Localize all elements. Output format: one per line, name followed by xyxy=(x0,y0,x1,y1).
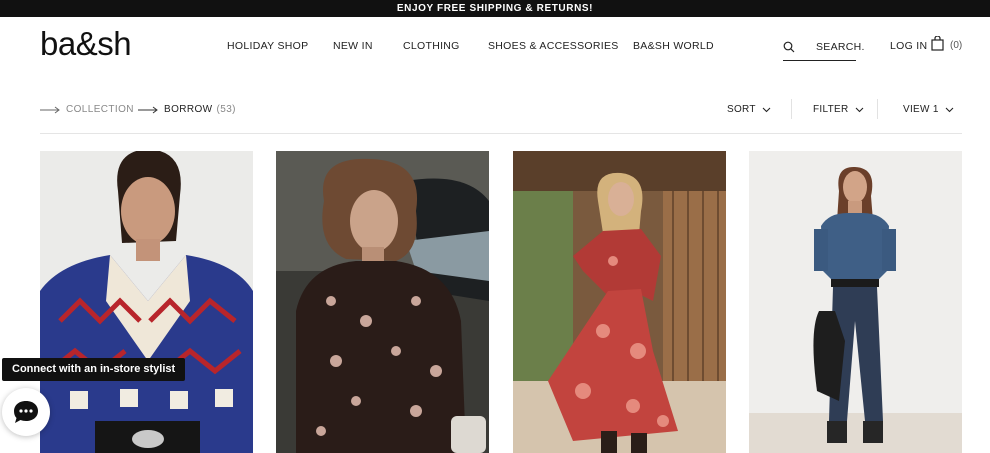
listing-toolbar: COLLECTION BORROW (53) SORT FILTER VIEW … xyxy=(40,96,962,134)
shopping-bag-icon[interactable] xyxy=(931,35,944,56)
product-grid xyxy=(40,151,962,453)
arrow-right-icon xyxy=(138,106,158,113)
product-image xyxy=(276,151,489,453)
product-count: (53) xyxy=(216,104,236,115)
product-card[interactable] xyxy=(40,151,253,453)
toolbar-divider xyxy=(791,99,792,119)
breadcrumb-current-label: BORROW xyxy=(164,104,213,115)
product-image xyxy=(749,151,962,453)
filter-label: FILTER xyxy=(813,104,849,115)
breadcrumb-current[interactable]: BORROW (53) xyxy=(138,104,236,115)
sort-dropdown[interactable]: SORT xyxy=(727,104,771,115)
stylist-chat-label[interactable]: Connect with an in-store stylist xyxy=(2,358,186,381)
brand-logo[interactable]: ba&sh xyxy=(40,25,132,63)
sort-label: SORT xyxy=(727,104,756,115)
chat-bubble-icon xyxy=(14,401,38,423)
breadcrumb-collection-label: COLLECTION xyxy=(66,104,134,115)
toolbar-divider xyxy=(877,99,878,119)
view-label: VIEW 1 xyxy=(903,104,939,115)
breadcrumb-collection[interactable]: COLLECTION xyxy=(40,104,134,115)
view-dropdown[interactable]: VIEW 1 xyxy=(903,104,954,115)
nav-item-new-in[interactable]: NEW IN xyxy=(333,40,373,52)
nav-item-clothing[interactable]: CLOTHING xyxy=(403,40,460,52)
site-header: ba&sh HOLIDAY SHOP NEW IN CLOTHING SHOES… xyxy=(0,17,990,77)
product-card[interactable] xyxy=(513,151,726,453)
search-label: SEARCH. xyxy=(816,41,865,53)
login-link[interactable]: LOG IN xyxy=(890,40,927,52)
chevron-down-icon xyxy=(855,107,863,112)
arrow-right-icon xyxy=(40,106,60,113)
product-image xyxy=(40,151,253,453)
filter-dropdown[interactable]: FILTER xyxy=(813,104,864,115)
product-card[interactable] xyxy=(749,151,962,453)
nav-item-shoes-accessories[interactable]: SHOES & ACCESSORIES xyxy=(488,40,619,52)
product-card[interactable] xyxy=(276,151,489,453)
search-field[interactable]: SEARCH. xyxy=(783,35,864,61)
chat-button[interactable] xyxy=(2,388,50,436)
search-icon xyxy=(783,40,795,58)
nav-item-bash-world[interactable]: BA&SH WORLD xyxy=(633,40,714,52)
cart-count: (0) xyxy=(950,40,963,51)
product-image xyxy=(513,151,726,453)
promo-banner: ENJOY FREE SHIPPING & RETURNS! xyxy=(0,0,990,17)
nav-item-holiday-shop[interactable]: HOLIDAY SHOP xyxy=(227,40,308,52)
chevron-down-icon xyxy=(762,107,771,112)
chevron-down-icon xyxy=(945,107,954,112)
